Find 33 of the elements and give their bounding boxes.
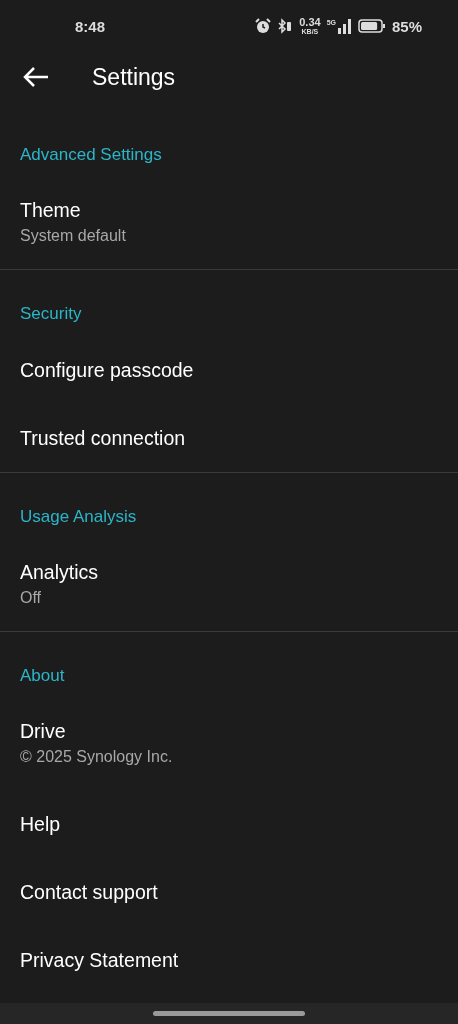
item-title: Privacy Statement [20,948,180,973]
settings-item[interactable]: Trusted connection [0,404,458,472]
clock-time: 8:48 [75,17,106,35]
item-title: Drive [20,719,67,744]
item-subtitle: System default [20,226,127,246]
settings-item[interactable]: Configure passcode [0,336,458,404]
item-title: Trusted connection [20,426,187,451]
section-header: About [20,666,65,685]
settings-item[interactable]: Theme System default [0,177,458,269]
alarm-icon [255,18,272,34]
item-title: Theme [20,198,82,223]
settings-item[interactable]: Drive © 2025 Synology Inc. [0,698,458,790]
item-title: Configure passcode [20,358,195,383]
settings-item[interactable]: Help [0,790,458,858]
section-header: Advanced Settings [20,145,162,164]
home-handle[interactable] [153,1011,305,1016]
section-header: Usage Analysis [20,507,137,526]
item-title: Analytics [20,560,100,585]
item-title: Help [20,812,62,837]
item-subtitle: © 2025 Synology Inc. [20,747,174,767]
back-button[interactable] [22,65,50,89]
section-header: Security [20,304,82,323]
settings-item[interactable]: Privacy Statement [0,926,458,994]
item-subtitle: Off [20,588,43,608]
network-speed: 0.34 [299,17,321,28]
settings-item[interactable]: Analytics Off [0,539,458,631]
item-title: Contact support [20,880,159,905]
battery-percent: 85% [391,17,422,35]
screen-title: Settings [92,63,176,91]
signal-icon [337,18,352,34]
battery-icon [357,18,386,34]
settings-item[interactable]: Contact support [0,858,458,926]
bluetooth-icon [277,18,294,34]
